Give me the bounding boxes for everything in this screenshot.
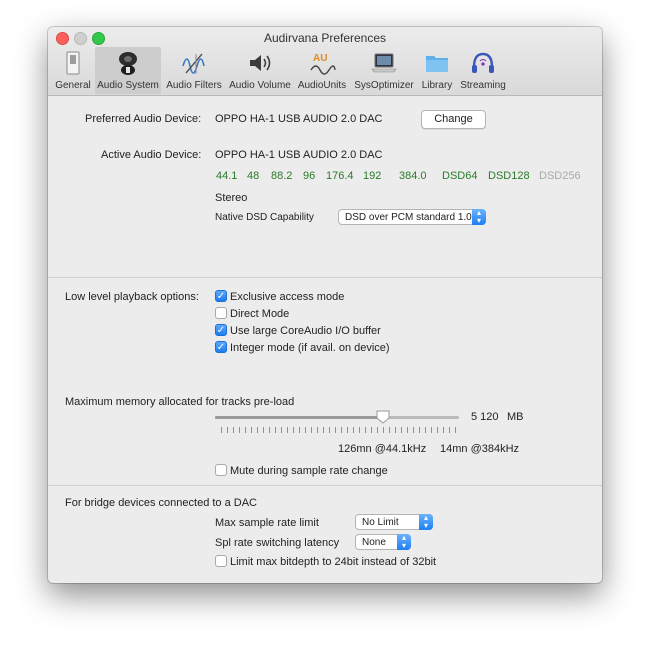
tab-label: SysOptimizer — [354, 80, 414, 91]
active-device-label: Active Audio Device: — [101, 149, 202, 161]
tab-label: General — [55, 80, 91, 91]
preferred-device-value: OPPO HA-1 USB AUDIO 2.0 DAC — [215, 113, 383, 125]
sample-rate-dsd128: DSD128 — [488, 170, 530, 182]
mute-rate-change-label: Mute during sample rate change — [230, 465, 388, 477]
direct-mode-label: Direct Mode — [230, 308, 290, 320]
tab-label: Audio System — [97, 80, 159, 91]
chevron-updown-icon: ▴ ▾ — [472, 209, 486, 225]
playback-options-label: Low level playback options: — [65, 291, 199, 303]
tab-sysoptimizer[interactable]: SysOptimizer — [352, 47, 416, 94]
change-device-button[interactable]: Change — [421, 110, 486, 129]
large-buffer-checkbox[interactable]: ✓ — [215, 324, 227, 336]
sample-rate-96: 96 — [303, 170, 316, 182]
exclusive-access-checkbox[interactable]: ✓ — [215, 290, 227, 302]
large-buffer-label: Use large CoreAudio I/O buffer — [230, 325, 381, 337]
preferences-window: Audirvana Preferences General Audio Syst… — [48, 27, 602, 583]
limit-bitdepth-checkbox[interactable] — [215, 555, 227, 567]
general-switch-icon — [66, 51, 80, 75]
tab-audio-filters[interactable]: Audio Filters — [164, 47, 224, 94]
sample-rate-192: 192 — [363, 170, 382, 182]
active-device-value: OPPO HA-1 USB AUDIO 2.0 DAC — [215, 149, 383, 161]
memory-duration-44k: 126mn @44.1kHz — [338, 443, 427, 455]
laptop-icon — [371, 53, 397, 73]
direct-mode-checkbox[interactable] — [215, 307, 227, 319]
tab-label: Streaming — [460, 80, 506, 91]
folder-icon — [426, 56, 448, 72]
headphones-icon — [472, 52, 494, 73]
tab-audiounits[interactable]: AU AudioUnits — [295, 47, 349, 94]
tab-label: Audio Volume — [229, 80, 291, 91]
tab-label: Library — [421, 80, 453, 91]
tab-streaming[interactable]: Streaming — [458, 47, 508, 94]
max-rate-select[interactable]: No Limit ▴ ▾ — [355, 514, 433, 530]
latency-value: None — [362, 537, 386, 548]
max-rate-label: Max sample rate limit — [215, 517, 319, 529]
channel-mode: Stereo — [215, 192, 248, 204]
max-rate-value: No Limit — [362, 517, 399, 528]
tab-audio-system[interactable]: Audio System — [95, 47, 161, 94]
latency-label: Spl rate switching latency — [215, 537, 340, 549]
sample-rate-dsd256: DSD256 — [539, 170, 581, 182]
mute-rate-change-checkbox[interactable] — [215, 464, 227, 476]
volume-icon — [250, 55, 271, 71]
integer-mode-label: Integer mode (if avail. on device) — [230, 342, 390, 354]
tab-audio-volume[interactable]: Audio Volume — [228, 47, 292, 94]
memory-slider-thumb[interactable] — [376, 410, 390, 424]
tab-library[interactable]: Library — [418, 47, 456, 94]
speaker-icon — [119, 52, 137, 75]
memory-slider-ticks — [221, 427, 456, 433]
sample-rate-44-1: 44.1 — [216, 170, 238, 182]
audio-system-pane: Preferred Audio Device: OPPO HA-1 USB AU… — [48, 96, 602, 583]
sample-rate-176-4: 176.4 — [326, 170, 354, 182]
waveform-icon — [182, 53, 205, 74]
svg-text:AU: AU — [313, 53, 327, 64]
sample-rate-384: 384.0 — [399, 170, 427, 182]
memory-slider-fill — [215, 416, 384, 419]
dsd-capability-select[interactable]: DSD over PCM standard 1.0 ▴ ▾ — [338, 209, 486, 225]
section-divider — [48, 485, 602, 486]
memory-label: Maximum memory allocated for tracks pre-… — [65, 396, 295, 408]
audiounits-icon: AU — [310, 53, 336, 75]
tab-general[interactable]: General — [53, 47, 93, 94]
preferred-device-label: Preferred Audio Device: — [85, 113, 202, 125]
exclusive-access-label: Exclusive access mode — [230, 291, 345, 303]
chevron-updown-icon: ▴ ▾ — [419, 514, 433, 530]
sample-rate-48: 48 — [247, 170, 260, 182]
memory-duration-384k: 14mn @384kHz — [440, 443, 520, 455]
limit-bitdepth-label: Limit max bitdepth to 24bit instead of 3… — [230, 556, 437, 568]
dsd-capability-label: Native DSD Capability — [215, 212, 314, 223]
chevron-updown-icon: ▴ ▾ — [397, 534, 411, 550]
dsd-capability-value: DSD over PCM standard 1.0 — [345, 212, 472, 223]
window-title: Audirvana Preferences — [263, 31, 387, 45]
bridge-section-label: For bridge devices connected to a DAC — [65, 497, 257, 509]
section-divider — [48, 277, 602, 278]
tab-label: AudioUnits — [297, 80, 347, 91]
sample-rate-dsd64: DSD64 — [442, 170, 478, 182]
title-bar: Audirvana Preferences General Audio Syst… — [48, 27, 602, 96]
tab-label: Audio Filters — [166, 80, 222, 91]
memory-value: 5 120 — [471, 411, 499, 423]
integer-mode-checkbox[interactable]: ✓ — [215, 341, 227, 353]
memory-unit: MB — [507, 411, 524, 423]
latency-select[interactable]: None ▴ ▾ — [355, 534, 411, 550]
sample-rate-88-2: 88.2 — [271, 170, 293, 182]
